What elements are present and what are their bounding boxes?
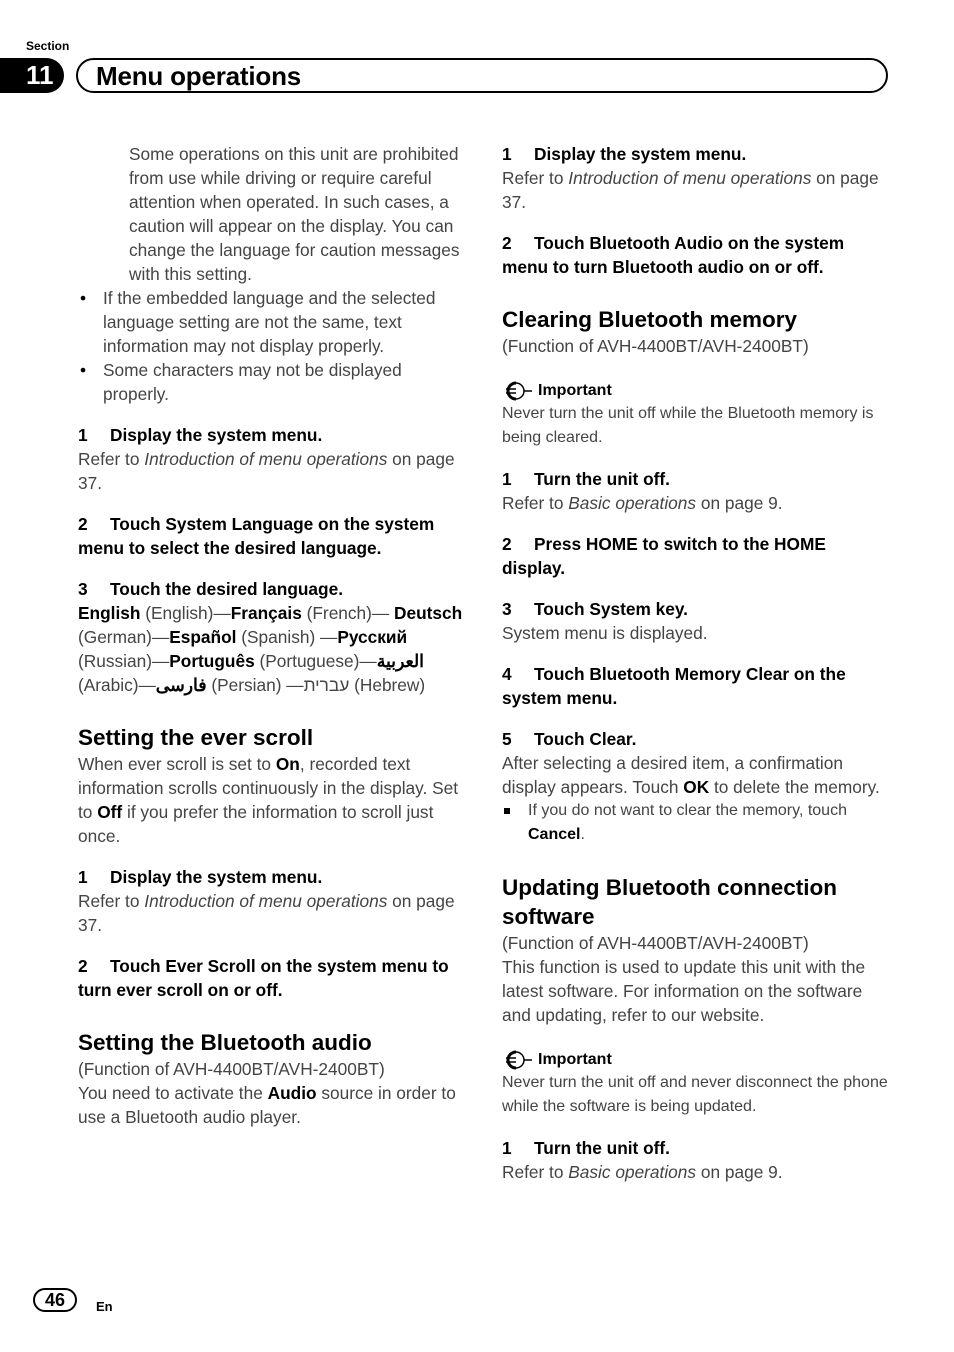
step-heading: 1 Display the system menu. bbox=[502, 144, 747, 164]
important-label: Important bbox=[502, 380, 892, 402]
right-column: 1 Display the system menu. Refer to Intro… bbox=[502, 142, 892, 1184]
step-reference: Refer to Basic operations on page 9. bbox=[502, 493, 783, 513]
step-heading: 1 Turn the unit off. bbox=[502, 469, 670, 489]
step-heading: 3 Touch the desired language. bbox=[78, 579, 344, 599]
section-number-badge: 11 bbox=[0, 58, 64, 93]
step-reference: Refer to Basic operations on page 9. bbox=[502, 1162, 783, 1182]
step-heading: 3 Touch System key. bbox=[502, 599, 688, 619]
step-heading: 1 Display the system menu. bbox=[78, 867, 323, 887]
step-heading: 4 Touch Bluetooth Memory Clear on the sys… bbox=[502, 664, 846, 708]
function-note: (Function of AVH-4400BT/AVH-2400BT) bbox=[502, 336, 809, 356]
function-note: (Function of AVH-4400BT/AVH-2400BT) bbox=[502, 933, 809, 953]
important-icon bbox=[506, 1050, 532, 1070]
important-label: Important bbox=[502, 1049, 892, 1071]
language-native: English bbox=[78, 603, 141, 623]
step-reference: Refer to Introduction of menu operations… bbox=[78, 891, 455, 935]
section-description: This function is used to update this uni… bbox=[502, 957, 866, 1025]
section-heading: Setting the ever scroll bbox=[78, 725, 314, 750]
reference-link[interactable]: Basic operations bbox=[568, 1162, 696, 1182]
function-note: (Function of AVH-4400BT/AVH-2400BT) bbox=[78, 1059, 385, 1079]
step-heading: 2 Press HOME to switch to the HOME displa… bbox=[502, 534, 826, 578]
step-description: After selecting a desired item, a confir… bbox=[502, 753, 880, 797]
note: If you do not want to clear the memory, … bbox=[502, 799, 892, 847]
important-text: Never turn the unit off while the Blueto… bbox=[502, 405, 874, 446]
intro-paragraph: Some operations on this unit are prohibi… bbox=[129, 144, 460, 284]
page-title: Menu operations bbox=[96, 61, 302, 91]
section-label: Section bbox=[26, 39, 70, 53]
language-code: En bbox=[96, 1299, 113, 1314]
language-native: Português bbox=[169, 651, 255, 671]
left-column: Some operations on this unit are prohibi… bbox=[78, 142, 468, 1129]
section-heading: Setting the Bluetooth audio bbox=[78, 1030, 372, 1055]
language-native: Русский bbox=[337, 627, 408, 647]
step-heading: 2 Touch Ever Scroll on the system menu to… bbox=[78, 956, 449, 1000]
language-native: עברית bbox=[303, 675, 350, 695]
bullet-list: • If the embedded language and the select… bbox=[78, 286, 468, 406]
reference-link[interactable]: Introduction of menu operations bbox=[144, 891, 387, 911]
language-native: فارسی bbox=[155, 675, 207, 695]
step-heading: 5 Touch Clear. bbox=[502, 729, 637, 749]
section-heading: Updating Bluetooth connection software bbox=[502, 875, 837, 929]
reference-link[interactable]: Basic operations bbox=[568, 493, 696, 513]
section-description: You need to activate the Audio source in… bbox=[78, 1083, 456, 1127]
bullet-icon: • bbox=[80, 288, 87, 308]
step-heading: 2 Touch System Language on the system men… bbox=[78, 514, 435, 558]
bullet-item: • Some characters may not be displayed pr… bbox=[80, 360, 402, 404]
page-number: 46 bbox=[33, 1288, 77, 1312]
language-native: Español bbox=[169, 627, 237, 647]
step-description: System menu is displayed. bbox=[502, 623, 708, 643]
language-list: English (English)—Français (French)— Deu… bbox=[78, 603, 463, 695]
reference-link[interactable]: Introduction of menu operations bbox=[144, 449, 387, 469]
step-heading: 1 Turn the unit off. bbox=[502, 1138, 670, 1158]
bullet-icon: • bbox=[80, 360, 87, 380]
section-heading: Clearing Bluetooth memory bbox=[502, 307, 798, 332]
language-native: Deutsch bbox=[394, 603, 463, 623]
important-icon bbox=[506, 381, 532, 401]
section-description: When ever scroll is set to On, recorded … bbox=[78, 754, 459, 846]
reference-link[interactable]: Introduction of menu operations bbox=[568, 168, 811, 188]
important-text: Never turn the unit off and never discon… bbox=[502, 1074, 888, 1115]
language-native: العربية bbox=[376, 651, 424, 671]
step-heading: 2 Touch Bluetooth Audio on the system men… bbox=[502, 233, 845, 277]
step-reference: Refer to Introduction of menu operations… bbox=[502, 168, 879, 212]
step-reference: Refer to Introduction of menu operations… bbox=[78, 449, 455, 493]
language-native: Français bbox=[230, 603, 302, 623]
step-heading: 1 Display the system menu. bbox=[78, 425, 323, 445]
square-bullet-icon bbox=[504, 808, 510, 814]
bullet-item: • If the embedded language and the select… bbox=[80, 288, 436, 356]
